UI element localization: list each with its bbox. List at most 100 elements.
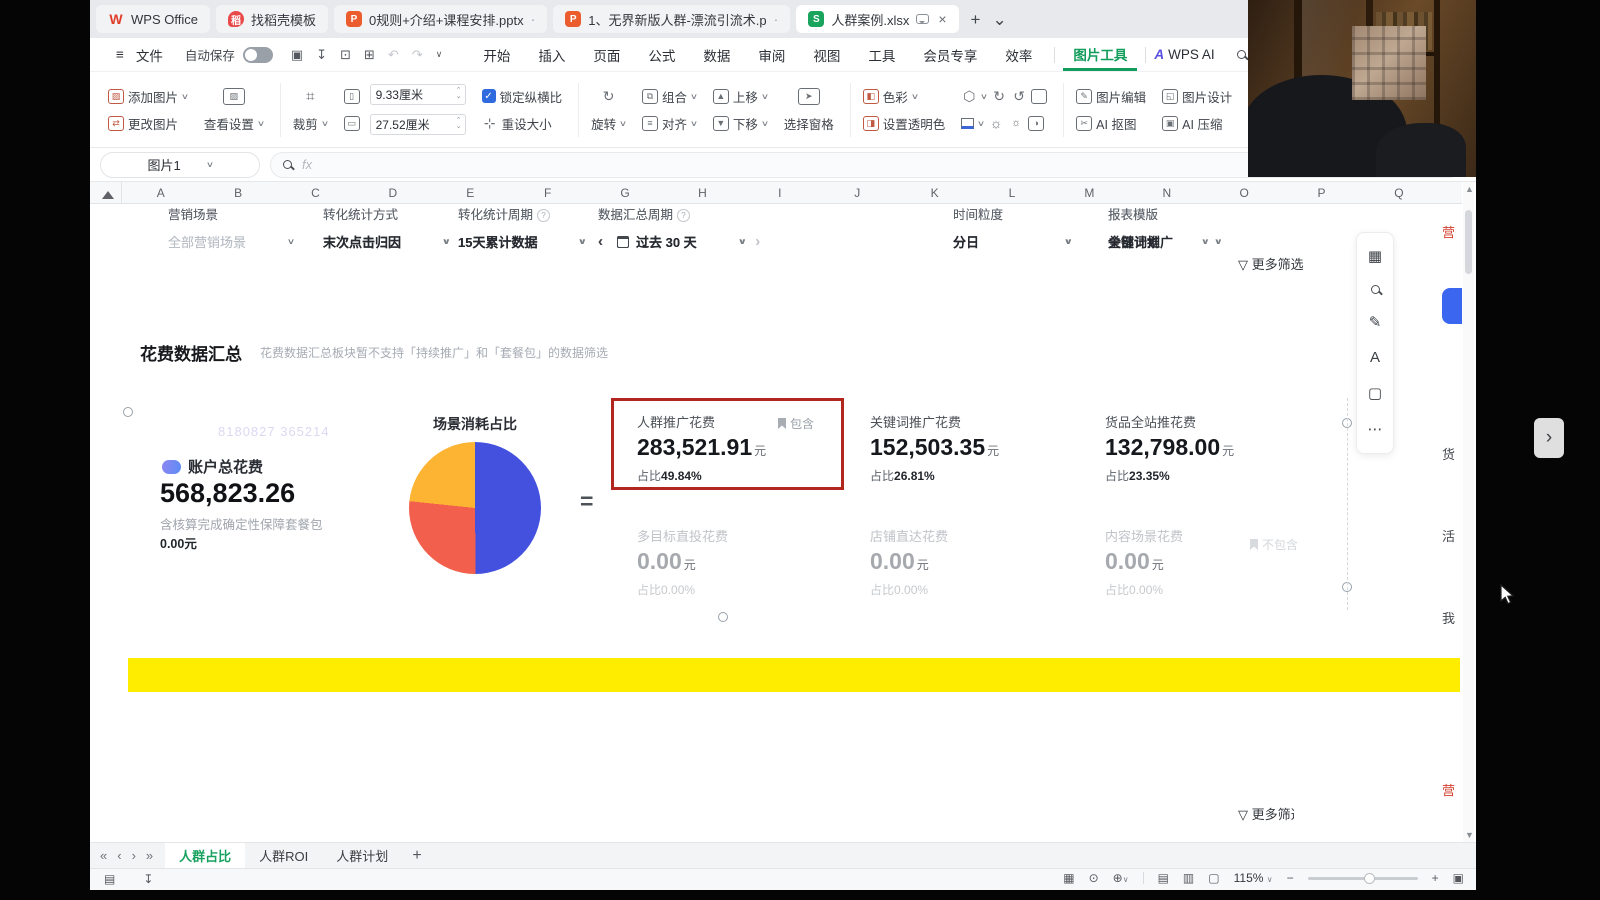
status-eye-icon[interactable]: ⊙ xyxy=(1089,871,1099,885)
chart-tool-icon[interactable]: ▦ xyxy=(1368,249,1382,264)
sheet-tab[interactable]: 人群计划 xyxy=(322,843,402,869)
wps-ai-button[interactable]: AWPS AI xyxy=(1154,47,1214,62)
column-header[interactable]: J xyxy=(819,182,896,203)
tab-xlsx-crowd-case[interactable]: S 人群案例.xlsx × xyxy=(796,5,958,33)
column-header[interactable]: O xyxy=(1205,182,1282,203)
column-header[interactable]: D xyxy=(354,182,431,203)
ribbon-tab[interactable]: 数据 xyxy=(689,45,744,65)
lock-aspect-checkbox[interactable]: ✓锁定纵横比 xyxy=(482,87,563,105)
effects-3d-icon[interactable]: ⬡ xyxy=(961,89,977,104)
zoom-level[interactable]: 115% ∨ xyxy=(1234,871,1273,885)
screenshot-tool-icon[interactable]: ▢ xyxy=(1368,386,1382,401)
view-settings-button[interactable]: 查看设置∨ xyxy=(204,114,264,132)
color-button[interactable]: ◧色彩∨ xyxy=(863,87,946,105)
tab-list-chevron-icon[interactable]: ⌄ xyxy=(992,11,1006,28)
column-header[interactable]: G xyxy=(586,182,663,203)
align-button[interactable]: ≡对齐∨ xyxy=(642,114,697,132)
zoom-in-icon[interactable]: + xyxy=(1432,871,1439,885)
sheet-nav-icon[interactable]: » xyxy=(146,848,153,863)
ai-compress-button[interactable]: ▣AI 压缩 xyxy=(1162,114,1232,132)
edit-tool-icon[interactable]: ✎ xyxy=(1369,315,1382,330)
contrast-icon[interactable]: ◑ xyxy=(1028,116,1044,131)
bring-forward-button[interactable]: ▲上移∨ xyxy=(713,87,768,105)
comment-icon[interactable] xyxy=(916,14,929,24)
add-image-button[interactable]: ▨添加图片∨ xyxy=(108,87,188,105)
sheet-nav-icon[interactable]: › xyxy=(132,848,136,863)
image-edit-button[interactable]: ✎图片编辑 xyxy=(1076,87,1146,105)
select-all-corner[interactable] xyxy=(90,182,122,204)
column-header[interactable]: A xyxy=(122,182,199,203)
column-header[interactable]: H xyxy=(664,182,741,203)
search-icon[interactable] xyxy=(1237,50,1246,59)
tab-picture-tools[interactable]: 图片工具 xyxy=(1063,38,1137,71)
more-tools-icon[interactable]: ⋯ xyxy=(1368,422,1383,437)
more-filters-button-bottom[interactable]: ▽ 更多筛选 xyxy=(1238,804,1294,823)
column-header[interactable]: M xyxy=(1051,182,1128,203)
column-header[interactable]: B xyxy=(199,182,276,203)
ai-cutout-button[interactable]: ✂AI 抠图 xyxy=(1076,114,1146,132)
ribbon-tab[interactable]: 会员专享 xyxy=(909,45,991,65)
selection-handle[interactable] xyxy=(718,612,728,622)
status-grid-icon[interactable]: ▦ xyxy=(1063,871,1074,885)
save-icon[interactable]: ▣ xyxy=(291,47,303,63)
status-clipboard-icon[interactable]: ▤ xyxy=(104,872,115,886)
sheet-tab[interactable]: 人群占比 xyxy=(165,843,245,869)
send-backward-button[interactable]: ▼下移∨ xyxy=(713,114,768,132)
column-header[interactable]: I xyxy=(741,182,818,203)
brightness-down-icon[interactable]: ☼ xyxy=(1008,116,1024,131)
column-header[interactable]: K xyxy=(896,182,973,203)
add-sheet-button[interactable]: + xyxy=(412,847,421,865)
ribbon-tab[interactable]: 页面 xyxy=(579,45,634,65)
zoom-out-icon[interactable]: − xyxy=(1287,871,1294,885)
ribbon-tab[interactable]: 公式 xyxy=(634,45,689,65)
view-normal-icon[interactable]: ▤ xyxy=(1158,871,1169,885)
new-tab-button[interactable]: + xyxy=(971,11,981,28)
vertical-scrollbar[interactable]: ▲ ▼ xyxy=(1463,182,1474,842)
crop-button[interactable]: 裁剪∨ xyxy=(293,114,328,132)
rotate-button[interactable]: 旋转∨ xyxy=(591,114,626,132)
quickbar-chevron-icon[interactable]: ∨ xyxy=(436,49,443,60)
export-icon[interactable]: ↧ xyxy=(316,47,327,63)
panel-expand-chevron[interactable]: › xyxy=(1534,418,1564,458)
undo-icon[interactable]: ↶ xyxy=(388,47,399,63)
column-header[interactable]: Q xyxy=(1360,182,1437,203)
status-ink-icon[interactable]: ⊕∨ xyxy=(1113,871,1129,885)
print-icon[interactable]: ⊡ xyxy=(340,47,351,63)
ribbon-tab[interactable]: 工具 xyxy=(854,45,909,65)
reset-size-button[interactable]: ⊹重设大小 xyxy=(482,114,563,132)
close-tab-icon[interactable]: × xyxy=(938,11,946,27)
tab-wps-home[interactable]: W WPS Office xyxy=(96,5,210,33)
ribbon-tab[interactable]: 视图 xyxy=(799,45,854,65)
column-header[interactable]: L xyxy=(973,182,1050,203)
tab-pptx-rules[interactable]: P 0规则+介绍+课程安排.pptx · xyxy=(334,5,547,33)
group-button[interactable]: ⧉组合∨ xyxy=(642,87,697,105)
scroll-down-icon[interactable]: ▼ xyxy=(1465,830,1474,840)
hamburger-menu-icon[interactable]: ≡ xyxy=(116,47,124,62)
border-box-icon[interactable] xyxy=(1031,89,1047,104)
zoom-slider[interactable] xyxy=(1308,877,1418,880)
print-preview-icon[interactable]: ⊞ xyxy=(364,47,375,63)
ribbon-tab[interactable]: 审阅 xyxy=(744,45,799,65)
zoom-slider-knob[interactable] xyxy=(1364,873,1375,884)
tab-pptx-crowd[interactable]: P 1、无界新版人群-漂流引流术.p · xyxy=(553,5,790,33)
column-header[interactable]: P xyxy=(1283,182,1360,203)
set-transparent-button[interactable]: ◨设置透明色 xyxy=(863,114,946,132)
scroll-up-icon[interactable]: ▲ xyxy=(1465,184,1474,194)
vertical-scroll-thumb[interactable] xyxy=(1465,210,1472,274)
image-width-input[interactable]: 9.33厘米 xyxy=(370,84,466,105)
selection-handle[interactable] xyxy=(123,407,133,417)
column-header[interactable]: N xyxy=(1128,182,1205,203)
more-filters-button[interactable]: ▽ 更多筛选 xyxy=(1238,254,1304,273)
view-page-layout-icon[interactable]: ▥ xyxy=(1183,871,1194,885)
rotate-ccw-icon[interactable]: ↺ xyxy=(1011,89,1027,104)
brightness-up-icon[interactable]: ☼ xyxy=(988,116,1004,131)
image-height-input[interactable]: 27.52厘米 xyxy=(370,114,466,135)
ribbon-tab[interactable]: 效率 xyxy=(991,45,1046,65)
sheet-nav-icon[interactable]: ‹ xyxy=(117,848,121,863)
column-header[interactable]: E xyxy=(432,182,509,203)
autosave-toggle[interactable] xyxy=(243,47,273,63)
change-image-button[interactable]: ⇄更改图片 xyxy=(108,114,188,132)
ribbon-tab[interactable]: 插入 xyxy=(524,45,579,65)
column-header[interactable]: F xyxy=(509,182,586,203)
column-header[interactable]: C xyxy=(277,182,354,203)
